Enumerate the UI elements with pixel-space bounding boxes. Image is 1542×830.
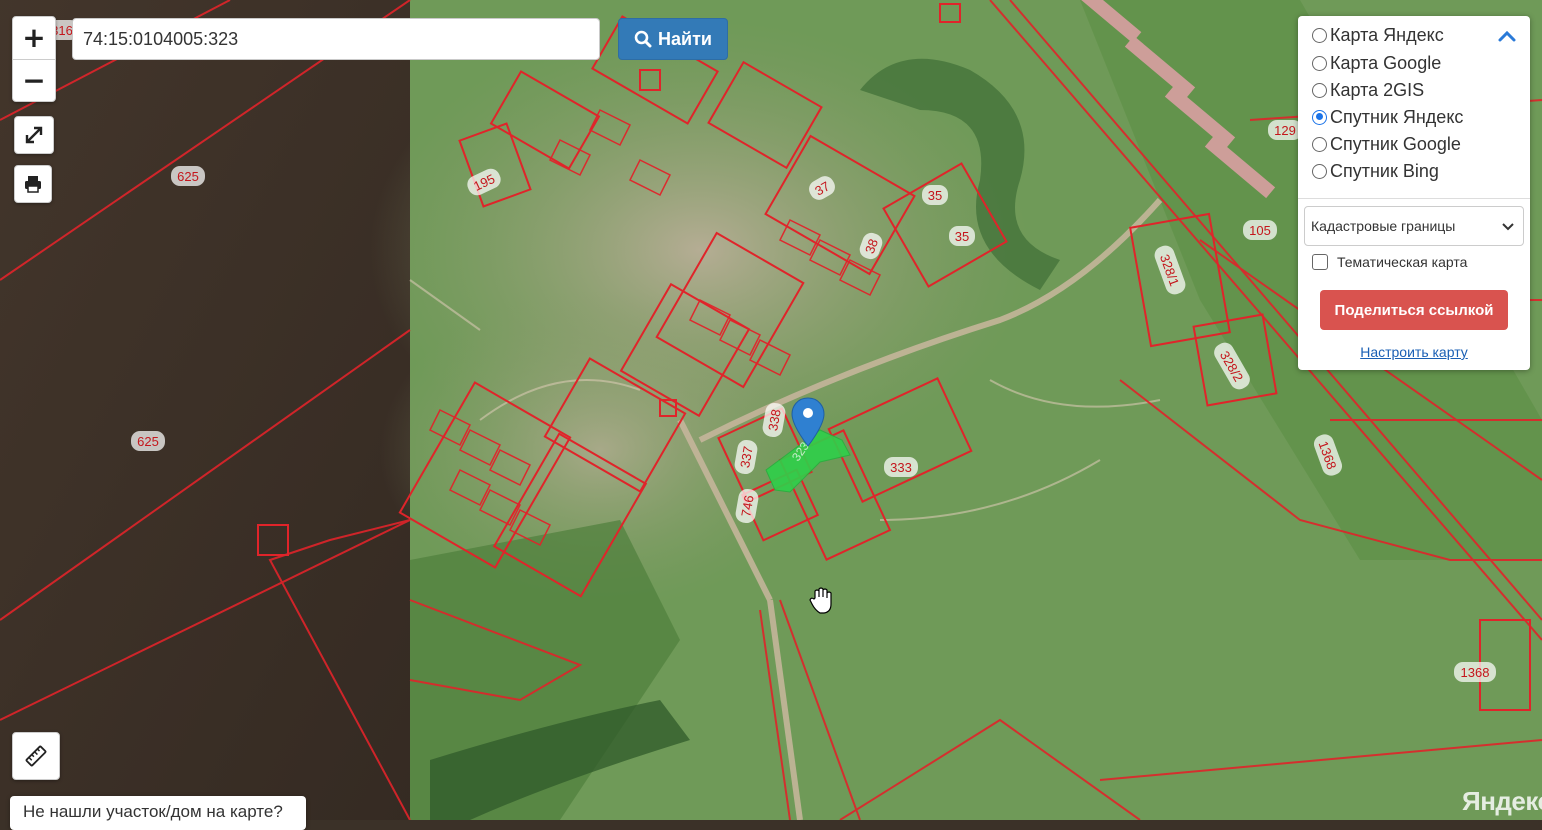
share-link-button[interactable]: Поделиться ссылкой bbox=[1320, 290, 1508, 330]
zoom-out-button[interactable]: − bbox=[13, 60, 55, 102]
radio-selected[interactable] bbox=[1312, 109, 1327, 125]
layer-option-google-satellite[interactable]: Спутник Google bbox=[1312, 133, 1461, 155]
fullscreen-icon bbox=[25, 126, 43, 144]
checkbox[interactable] bbox=[1312, 254, 1328, 270]
parcel-label[interactable]: 35 bbox=[922, 185, 948, 205]
ruler-icon bbox=[25, 745, 47, 767]
parcel-label-text: 35 bbox=[928, 188, 942, 203]
parcel-label-text: 625 bbox=[137, 434, 159, 449]
overlay-select-value: Кадастровые границы bbox=[1311, 218, 1456, 234]
overlay-select[interactable]: Кадастровые границы bbox=[1304, 206, 1524, 246]
parcel-label[interactable]: 35 bbox=[949, 226, 975, 246]
fullscreen-button[interactable] bbox=[14, 116, 54, 154]
parcel-label[interactable]: 105 bbox=[1243, 220, 1277, 240]
layer-option-label: Спутник Google bbox=[1330, 133, 1461, 154]
parcel-label[interactable]: 1368 bbox=[1454, 662, 1496, 682]
thematic-map-label: Тематическая карта bbox=[1337, 254, 1468, 270]
parcel-label[interactable]: 333 bbox=[884, 457, 918, 477]
layer-option-2gis-map[interactable]: Карта 2GIS bbox=[1312, 79, 1424, 101]
radio[interactable] bbox=[1312, 136, 1327, 152]
cadastral-search-input[interactable] bbox=[72, 18, 600, 60]
parcel-label[interactable]: 625 bbox=[131, 431, 165, 451]
radio[interactable] bbox=[1312, 55, 1327, 71]
parcel-label-text: 105 bbox=[1249, 223, 1271, 238]
radio[interactable] bbox=[1312, 82, 1327, 98]
search-button[interactable]: Найти bbox=[618, 18, 728, 60]
layer-option-google-map[interactable]: Карта Google bbox=[1312, 52, 1441, 74]
ruler-button[interactable] bbox=[12, 732, 60, 780]
layer-option-yandex-map[interactable]: Карта Яндекс bbox=[1312, 24, 1444, 46]
chevron-down-icon bbox=[1502, 223, 1514, 231]
parcel-label-text: 35 bbox=[955, 229, 969, 244]
parcel-label-text: 129 bbox=[1274, 123, 1296, 138]
layer-option-label: Спутник Bing bbox=[1330, 160, 1439, 181]
not-found-prompt[interactable]: Не нашли участок/дом на карте? bbox=[10, 796, 306, 830]
parcel-label[interactable]: 129 bbox=[1268, 120, 1302, 140]
layer-option-label: Карта Яндекс bbox=[1330, 24, 1444, 45]
configure-map-link[interactable]: Настроить карту bbox=[1298, 344, 1530, 360]
radio[interactable] bbox=[1312, 163, 1327, 179]
provider-logo: Яндекс bbox=[1462, 786, 1542, 816]
layer-option-label: Карта 2GIS bbox=[1330, 79, 1425, 100]
layer-option-bing-satellite[interactable]: Спутник Bing bbox=[1312, 160, 1439, 182]
parcel-label-text: 1368 bbox=[1461, 665, 1490, 680]
radio[interactable] bbox=[1312, 27, 1327, 43]
thematic-map-toggle[interactable]: Тематическая карта bbox=[1312, 254, 1467, 270]
divider bbox=[1298, 198, 1530, 199]
layers-panel: Карта Яндекс Карта Google Карта 2GIS Спу… bbox=[1298, 16, 1530, 370]
search-icon bbox=[634, 30, 652, 48]
zoom-in-button[interactable]: + bbox=[13, 17, 55, 60]
layer-option-label: Спутник Яндекс bbox=[1330, 106, 1464, 127]
search-button-label: Найти bbox=[658, 28, 712, 49]
layer-option-yandex-satellite[interactable]: Спутник Яндекс bbox=[1312, 106, 1463, 128]
parcel-label-text: 625 bbox=[177, 169, 199, 184]
zoom-control: + − bbox=[12, 16, 56, 102]
layer-option-label: Карта Google bbox=[1330, 52, 1442, 73]
parcel-label-text: 333 bbox=[890, 460, 912, 475]
parcel-label[interactable]: 625 bbox=[171, 166, 205, 186]
chevron-up-icon[interactable] bbox=[1496, 26, 1518, 46]
print-button[interactable] bbox=[14, 165, 52, 203]
print-icon bbox=[25, 176, 41, 193]
